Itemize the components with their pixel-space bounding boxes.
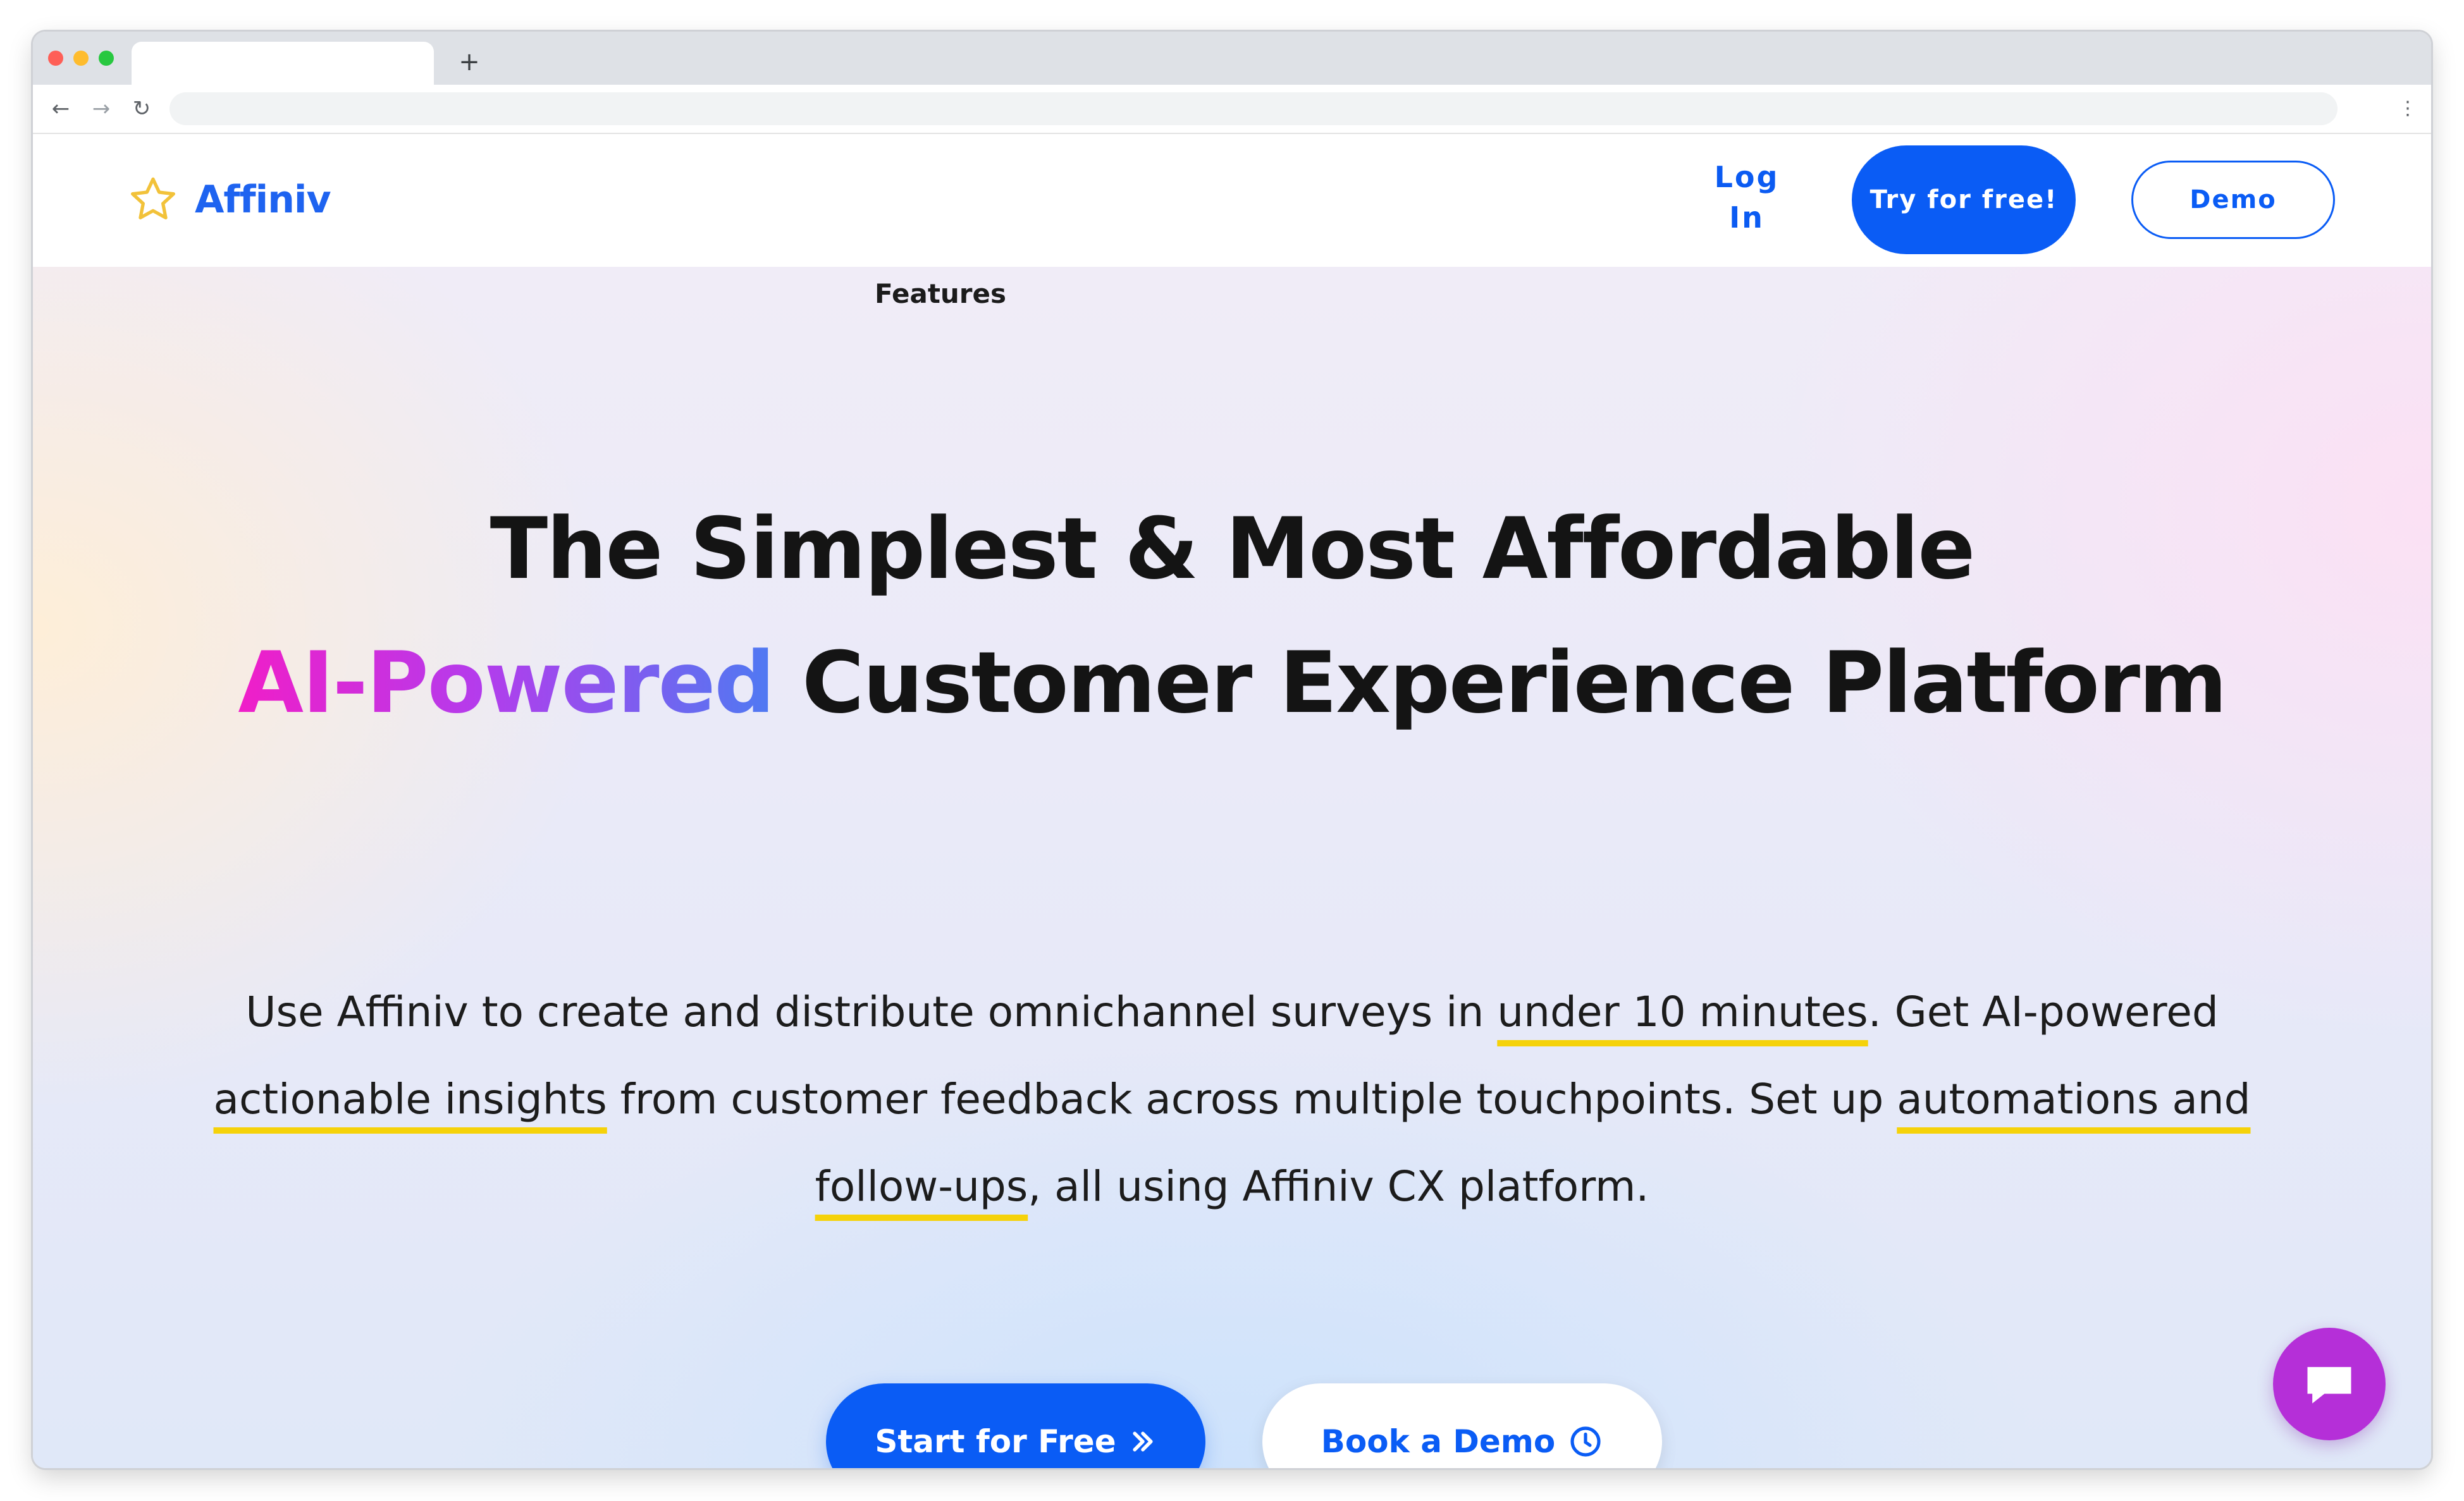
maximize-window-button[interactable] xyxy=(99,51,114,66)
new-tab-button[interactable]: + xyxy=(450,43,488,81)
headline-rest: Customer Experience Platform xyxy=(773,634,2227,732)
forward-icon[interactable]: → xyxy=(87,95,115,123)
close-window-button[interactable] xyxy=(48,51,63,66)
subtext-part: . Get AI-powered xyxy=(1868,988,2219,1036)
logo[interactable]: Affiniv xyxy=(128,168,331,231)
book-a-demo-label: Book a Demo xyxy=(1321,1423,1556,1460)
login-link[interactable]: Log In xyxy=(1703,157,1791,238)
demo-button[interactable]: Demo xyxy=(2131,161,2335,239)
page-title: The Simplest & Most Affordable AI-Powered… xyxy=(159,482,2305,750)
double-chevron-right-icon xyxy=(1133,1431,1153,1452)
reload-icon[interactable]: ↻ xyxy=(128,95,156,123)
back-icon[interactable]: ← xyxy=(47,95,75,123)
subtext-part: , all using Affiniv CX platform. xyxy=(1028,1162,1649,1211)
browser-toolbar: ← → ↻ ⋮ xyxy=(33,85,2431,134)
highlighted-phrase: under 10 minutes xyxy=(1497,988,1868,1036)
try-for-free-button[interactable]: Try for free! xyxy=(1852,145,2076,254)
highlighted-phrase: actionable insights xyxy=(213,1075,607,1124)
star-icon xyxy=(131,177,175,220)
logo-text: Affiniv xyxy=(195,178,331,222)
chat-bubble-icon xyxy=(2307,1367,2351,1404)
headline-highlight: AI-Powered xyxy=(238,634,775,732)
start-for-free-label: Start for Free xyxy=(875,1423,1116,1460)
minimize-window-button[interactable] xyxy=(73,51,89,66)
start-for-free-button[interactable]: Start for Free xyxy=(826,1383,1205,1468)
hero-section: Features The Simplest & Most Affordable A… xyxy=(33,267,2431,1468)
hero-description: Use Affiniv to create and distribute omn… xyxy=(159,969,2305,1230)
address-bar[interactable] xyxy=(169,92,2338,125)
subtext-part: from customer feedback across multiple t… xyxy=(607,1075,1897,1124)
nav-features-link[interactable]: Features xyxy=(814,278,1067,309)
site-header: Affiniv Log In Try for free! Demo xyxy=(33,134,2431,267)
chat-button[interactable] xyxy=(2273,1328,2386,1440)
browser-menu-icon[interactable]: ⋮ xyxy=(2398,95,2417,123)
book-a-demo-button[interactable]: Book a Demo xyxy=(1262,1383,1662,1468)
tab-strip: + xyxy=(33,32,2431,85)
headline-line1: The Simplest & Most Affordable xyxy=(490,499,1976,598)
browser-tab[interactable] xyxy=(132,42,434,85)
subtext-part: Use Affiniv to create and distribute omn… xyxy=(245,988,1498,1036)
browser-window: + ← → ↻ ⋮ Affiniv Log In Try for free! D… xyxy=(33,32,2431,1468)
clock-icon xyxy=(1570,1426,1601,1457)
page-viewport: Affiniv Log In Try for free! Demo Featur… xyxy=(33,134,2431,1468)
